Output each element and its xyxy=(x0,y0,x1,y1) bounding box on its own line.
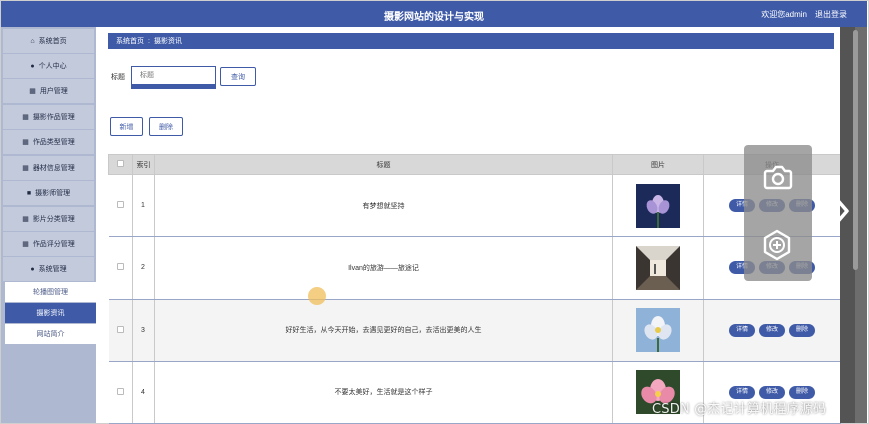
column-header-title: 标题 xyxy=(154,154,613,175)
search-input[interactable] xyxy=(131,66,216,89)
row-image-cell xyxy=(612,299,704,362)
search-label: 标题 xyxy=(111,74,125,81)
edit-button[interactable]: 修改 xyxy=(759,323,785,337)
add-button[interactable]: 新增 xyxy=(110,117,143,136)
grid-icon: ▦ xyxy=(29,88,36,95)
sidebar-item-works[interactable]: ▦ 摄影作品管理 xyxy=(3,105,94,129)
sidebar-item-label: 器材信息管理 xyxy=(32,165,75,172)
row-delete-button[interactable]: 删除 xyxy=(789,385,815,399)
sidebar-item-label: 作品评分管理 xyxy=(32,241,75,248)
grid-icon: ▦ xyxy=(22,139,29,146)
select-all-cell xyxy=(108,154,133,175)
sidebar-item-label: 影片分类管理 xyxy=(32,216,75,223)
sidebar-subitem-label: 网站简介 xyxy=(36,331,65,338)
welcome-user: 欢迎您admin xyxy=(761,10,807,19)
scrollbar-thumb[interactable] xyxy=(853,30,858,270)
row-checkbox[interactable] xyxy=(116,325,124,333)
sidebar-subitem-label: 轮播图管理 xyxy=(33,289,68,296)
photo-thumbnail[interactable] xyxy=(636,308,680,353)
row-image-cell xyxy=(612,236,704,300)
row-title: 好好生活，从今天开始，去遇见更好的自己，去活出更美的人生 xyxy=(154,299,613,362)
sidebar-item-label: 摄影作品管理 xyxy=(32,114,75,121)
row-actions: 详情修改删除 xyxy=(703,299,841,362)
floating-toolbar xyxy=(744,145,812,281)
sidebar-item-equipment[interactable]: ▦ 器材信息管理 xyxy=(3,156,94,180)
table-header-row: 索引 标题 图片 操作 xyxy=(108,154,841,175)
sidebar: ⌂ 系统首页 ● 个人中心 ▦ 用户管理 ▦ 摄影作品管理 ▦ 作品类型管理 ▦ 器材信息管… xyxy=(1,27,96,423)
select-all-checkbox[interactable] xyxy=(117,160,124,167)
sidebar-item-categories[interactable]: ▦ 影片分类管理 xyxy=(3,207,94,231)
row-title: Ilvan的旅游——旅途记 xyxy=(154,236,613,300)
breadcrumb-separator: : xyxy=(148,37,150,45)
sidebar-item-photographers[interactable]: ■ 摄影师管理 xyxy=(3,181,94,205)
row-checkbox[interactable] xyxy=(116,263,124,271)
row-delete-button[interactable]: 删除 xyxy=(789,323,815,337)
photo-thumbnail[interactable] xyxy=(636,245,680,290)
search-button[interactable]: 查询 xyxy=(220,67,256,86)
row-checkbox[interactable] xyxy=(116,387,124,395)
column-header-image: 图片 xyxy=(612,154,704,175)
sidebar-item-home[interactable]: ⌂ 系统首页 xyxy=(3,29,94,53)
sidebar-item-ratings[interactable]: ▦ 作品评分管理 xyxy=(3,232,94,256)
sidebar-subitem-about[interactable]: 网站简介 xyxy=(5,324,96,344)
table-row: 2 Ilvan的旅游——旅途记 详情修改删除 xyxy=(108,236,841,300)
camera-icon[interactable] xyxy=(763,163,793,191)
delete-button[interactable]: 删除 xyxy=(149,117,183,136)
detail-button[interactable]: 详情 xyxy=(729,385,755,399)
row-select-cell xyxy=(108,174,133,238)
breadcrumb-current: 摄影资讯 xyxy=(153,38,182,45)
grid-icon: ▦ xyxy=(22,165,29,172)
sidebar-subitem-carousel[interactable]: 轮播图管理 xyxy=(5,282,96,302)
sidebar-subitem-news[interactable]: 摄影资讯 xyxy=(5,303,96,323)
lock-icon: ■ xyxy=(26,189,32,197)
sidebar-item-label: 系统首页 xyxy=(38,38,67,45)
row-index: 4 xyxy=(132,361,155,424)
site-title: 摄影网站的设计与实现 xyxy=(384,12,484,23)
column-header-index: 索引 xyxy=(132,154,155,175)
user-icon: ● xyxy=(30,62,35,70)
row-checkbox[interactable] xyxy=(116,201,124,209)
row-title: 不要太美好，生活就是这个样子 xyxy=(154,361,613,424)
chevron-right-icon[interactable] xyxy=(829,192,851,230)
row-select-cell xyxy=(108,236,133,300)
photo-thumbnail[interactable] xyxy=(636,183,680,228)
sidebar-item-label: 用户管理 xyxy=(39,88,68,95)
sidebar-item-system[interactable]: ● 系统管理 xyxy=(3,257,94,281)
home-icon: ⌂ xyxy=(30,37,35,45)
row-index: 1 xyxy=(132,174,155,238)
row-select-cell xyxy=(108,361,133,424)
sidebar-item-label: 个人中心 xyxy=(38,63,67,70)
news-table: 索引 标题 图片 操作 1 有梦想就坚持 详情修改删除 xyxy=(108,154,841,424)
sidebar-subitem-label: 摄影资讯 xyxy=(36,310,65,317)
grid-icon: ▦ xyxy=(22,241,29,248)
row-index: 2 xyxy=(132,236,155,300)
user-icon: ● xyxy=(30,265,35,273)
table-row: 1 有梦想就坚持 详情修改删除 xyxy=(108,174,841,238)
detail-button[interactable]: 详情 xyxy=(729,323,755,337)
row-select-cell xyxy=(108,299,133,362)
top-header: 摄影网站的设计与实现 欢迎您admin 退出登录 xyxy=(1,1,867,27)
logout-link[interactable]: 退出登录 xyxy=(815,10,847,19)
breadcrumb-home[interactable]: 系统首页 xyxy=(116,36,144,46)
row-image-cell xyxy=(612,174,704,238)
cursor-highlight xyxy=(308,287,326,305)
grid-icon: ▦ xyxy=(22,114,29,121)
row-title: 有梦想就坚持 xyxy=(154,174,613,238)
sidebar-item-label: 系统管理 xyxy=(38,266,67,273)
row-index: 3 xyxy=(132,299,155,362)
shield-plus-icon[interactable] xyxy=(762,229,792,261)
user-info: 欢迎您admin 退出登录 xyxy=(761,9,847,20)
sidebar-item-label: 作品类型管理 xyxy=(32,139,75,146)
edit-button[interactable]: 修改 xyxy=(759,385,785,399)
breadcrumb: 系统首页 : 摄影资讯 xyxy=(108,33,834,49)
watermark: CSDN @杰记计算机程序源码 xyxy=(652,402,827,417)
table-row: 3 好好生活，从今天开始，去遇见更好的自己，去活出更美的人生 详情 修改 删除 xyxy=(108,299,841,362)
grid-icon: ▦ xyxy=(22,216,29,223)
sidebar-item-profile[interactable]: ● 个人中心 xyxy=(3,54,94,78)
sidebar-item-users[interactable]: ▦ 用户管理 xyxy=(3,79,94,103)
sidebar-item-work-types[interactable]: ▦ 作品类型管理 xyxy=(3,130,94,154)
sidebar-item-label: 摄影师管理 xyxy=(35,190,71,197)
